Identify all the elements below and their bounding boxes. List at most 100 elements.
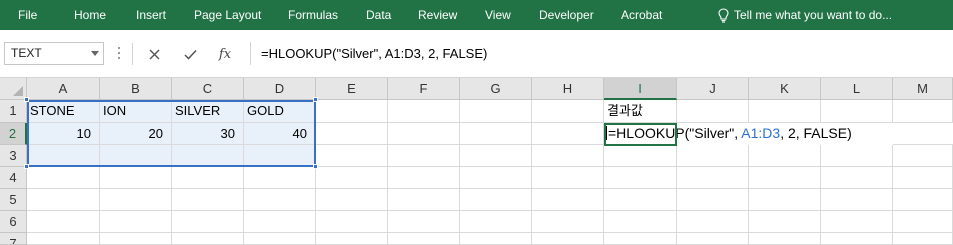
cell-h3[interactable] (532, 145, 604, 167)
cell-b6[interactable] (100, 211, 172, 233)
cell-k4[interactable] (749, 167, 821, 189)
cell-a1[interactable]: STONE (27, 100, 100, 123)
cell-m7[interactable] (893, 233, 953, 245)
cell-g2[interactable] (460, 123, 532, 145)
row-header-3[interactable]: 3 (0, 145, 27, 167)
cell-b4[interactable] (100, 167, 172, 189)
cell-l1[interactable] (821, 100, 893, 123)
cell-d2[interactable]: 40 (244, 123, 316, 145)
tab-home[interactable]: Home (74, 7, 106, 23)
cell-m3[interactable] (893, 145, 953, 167)
row-header-5[interactable]: 5 (0, 189, 27, 211)
cell-c7[interactable] (172, 233, 244, 245)
tab-page-layout[interactable]: Page Layout (194, 7, 261, 23)
cell-c2[interactable]: 30 (172, 123, 244, 145)
tab-insert[interactable]: Insert (136, 7, 166, 23)
column-header-d[interactable]: D (244, 78, 316, 100)
cell-f5[interactable] (388, 189, 460, 211)
cell-h7[interactable] (532, 233, 604, 245)
cell-a4[interactable] (27, 167, 100, 189)
cell-c1[interactable]: SILVER (172, 100, 244, 123)
cell-j1[interactable] (677, 100, 749, 123)
cell-b7[interactable] (100, 233, 172, 245)
select-all-button[interactable] (0, 78, 27, 100)
cell-i7[interactable] (604, 233, 677, 245)
column-header-e[interactable]: E (316, 78, 388, 100)
tab-file[interactable]: File (18, 7, 37, 23)
cell-i2-editor[interactable]: =HLOOKUP("Silver", A1:D3, 2, FALSE) (604, 123, 852, 145)
cell-m1[interactable] (893, 100, 953, 123)
cell-a7[interactable] (27, 233, 100, 245)
cell-k7[interactable] (749, 233, 821, 245)
column-header-m[interactable]: M (893, 78, 953, 100)
cell-m4[interactable] (893, 167, 953, 189)
column-header-g[interactable]: G (460, 78, 532, 100)
cell-f4[interactable] (388, 167, 460, 189)
cell-i5[interactable] (604, 189, 677, 211)
tab-formulas[interactable]: Formulas (288, 7, 338, 23)
chevron-down-icon[interactable] (91, 51, 99, 56)
cell-f3[interactable] (388, 145, 460, 167)
column-header-k[interactable]: K (749, 78, 821, 100)
cell-l4[interactable] (821, 167, 893, 189)
column-header-c[interactable]: C (172, 78, 244, 100)
cell-m6[interactable] (893, 211, 953, 233)
cell-k3[interactable] (749, 145, 821, 167)
cell-m2[interactable] (893, 123, 953, 145)
cell-a6[interactable] (27, 211, 100, 233)
row-header-1[interactable]: 1 (0, 100, 27, 123)
cell-d6[interactable] (244, 211, 316, 233)
column-header-b[interactable]: B (100, 78, 172, 100)
cell-h4[interactable] (532, 167, 604, 189)
cell-j7[interactable] (677, 233, 749, 245)
cell-h6[interactable] (532, 211, 604, 233)
cell-i1[interactable]: 결과값 (604, 100, 677, 123)
cell-g4[interactable] (460, 167, 532, 189)
tab-data[interactable]: Data (366, 7, 391, 23)
cell-d4[interactable] (244, 167, 316, 189)
cell-a3[interactable] (27, 145, 100, 167)
cell-b2[interactable]: 20 (100, 123, 172, 145)
cell-h1[interactable] (532, 100, 604, 123)
column-header-f[interactable]: F (388, 78, 460, 100)
cell-g1[interactable] (460, 100, 532, 123)
cell-l7[interactable] (821, 233, 893, 245)
cell-b3[interactable] (100, 145, 172, 167)
cell-b1[interactable]: ION (100, 100, 172, 123)
row-header-2[interactable]: 2 (0, 123, 27, 145)
cell-d7[interactable] (244, 233, 316, 245)
cell-k5[interactable] (749, 189, 821, 211)
formula-input[interactable]: =HLOOKUP("Silver", A1:D3, 2, FALSE) (250, 42, 950, 65)
cell-b5[interactable] (100, 189, 172, 211)
range-handle-top-left[interactable] (24, 97, 29, 102)
cell-f6[interactable] (388, 211, 460, 233)
cell-a2[interactable]: 10 (27, 123, 100, 145)
cell-g6[interactable] (460, 211, 532, 233)
cell-e5[interactable] (316, 189, 388, 211)
cell-e4[interactable] (316, 167, 388, 189)
cell-m5[interactable] (893, 189, 953, 211)
range-handle-bottom-right[interactable] (313, 164, 318, 169)
cell-c4[interactable] (172, 167, 244, 189)
cell-e6[interactable] (316, 211, 388, 233)
cell-e7[interactable] (316, 233, 388, 245)
cell-l5[interactable] (821, 189, 893, 211)
cell-d3[interactable] (244, 145, 316, 167)
range-handle-top-right[interactable] (313, 97, 318, 102)
cell-c6[interactable] (172, 211, 244, 233)
column-header-a[interactable]: A (27, 78, 100, 100)
cell-h2[interactable] (532, 123, 604, 145)
cell-d1[interactable]: GOLD (244, 100, 316, 123)
column-header-l[interactable]: L (821, 78, 893, 100)
cell-f2[interactable] (388, 123, 460, 145)
column-header-i[interactable]: I (604, 78, 677, 100)
cell-e2[interactable] (316, 123, 388, 145)
cell-i4[interactable] (604, 167, 677, 189)
column-header-h[interactable]: H (532, 78, 604, 100)
cell-d5[interactable] (244, 189, 316, 211)
cell-k6[interactable] (749, 211, 821, 233)
cancel-button[interactable] (143, 43, 165, 65)
cell-k1[interactable] (749, 100, 821, 123)
cell-l6[interactable] (821, 211, 893, 233)
cell-j6[interactable] (677, 211, 749, 233)
